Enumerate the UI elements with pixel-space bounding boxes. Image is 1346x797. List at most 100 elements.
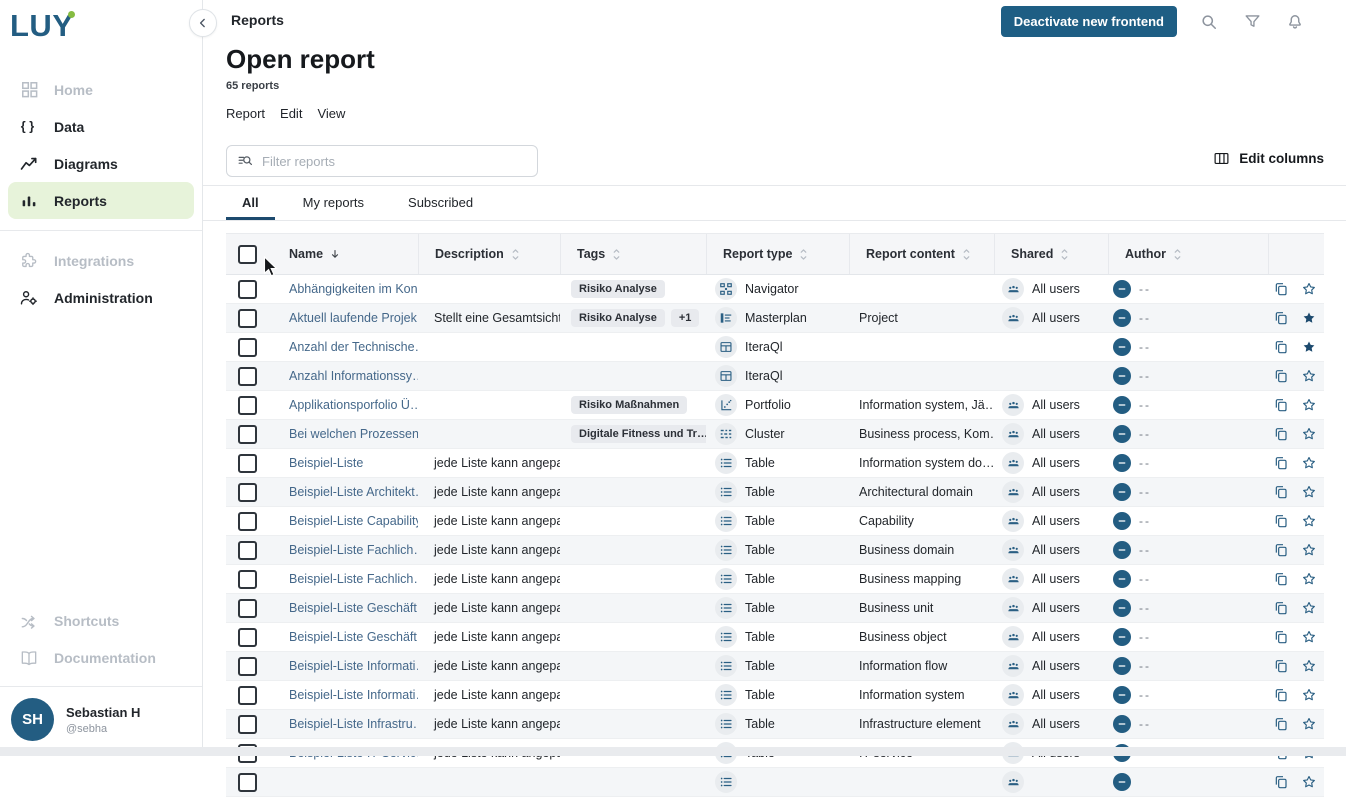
favorite-star-button[interactable]: [1300, 600, 1317, 617]
sidebar-item-documentation[interactable]: Documentation: [0, 639, 202, 676]
copy-report-button[interactable]: [1272, 397, 1289, 414]
copy-report-button[interactable]: [1272, 542, 1289, 559]
copy-report-button[interactable]: [1272, 600, 1289, 617]
favorite-star-button[interactable]: [1300, 716, 1317, 733]
notifications-bell-icon[interactable]: [1284, 11, 1306, 33]
tab-my-reports[interactable]: My reports: [287, 186, 380, 220]
copy-report-button[interactable]: [1272, 484, 1289, 501]
copy-report-button[interactable]: [1272, 571, 1289, 588]
report-name-link[interactable]: Beispiel-Liste Informati…: [289, 688, 418, 702]
tab-subscribed[interactable]: Subscribed: [392, 186, 489, 220]
copy-report-button[interactable]: [1272, 629, 1289, 646]
favorite-star-button[interactable]: [1300, 687, 1317, 704]
copy-report-button[interactable]: [1272, 426, 1289, 443]
row-checkbox[interactable]: [238, 628, 257, 647]
menu-edit[interactable]: Edit: [280, 106, 302, 121]
report-name-link[interactable]: Applikationsporfolio Ü…: [289, 398, 418, 412]
favorite-star-button[interactable]: [1300, 542, 1317, 559]
report-type-cell: Table: [706, 536, 849, 564]
sidebar-item-reports[interactable]: Reports: [8, 182, 194, 219]
row-checkbox[interactable]: [238, 541, 257, 560]
report-name-link[interactable]: Beispiel-Liste Capability: [289, 514, 418, 528]
users-icon: [1002, 771, 1024, 793]
row-checkbox[interactable]: [238, 715, 257, 734]
cluster-icon: [715, 423, 737, 445]
favorite-star-button[interactable]: [1300, 484, 1317, 501]
table-icon: [715, 452, 737, 474]
column-header-label: Report type: [723, 247, 792, 261]
favorite-star-button[interactable]: [1300, 658, 1317, 675]
row-checkbox[interactable]: [238, 773, 257, 792]
sidebar-item-shortcuts[interactable]: Shortcuts: [0, 602, 202, 639]
favorite-star-button[interactable]: [1300, 513, 1317, 530]
favorite-star-button[interactable]: [1300, 426, 1317, 443]
row-checkbox[interactable]: [238, 686, 257, 705]
favorite-star-filled-icon[interactable]: [1300, 339, 1317, 356]
report-name-link[interactable]: Beispiel-Liste Infrastru…: [289, 717, 418, 731]
report-name-link[interactable]: Beispiel-Liste Architekt…: [289, 485, 418, 499]
horizontal-scrollbar[interactable]: [0, 747, 1346, 756]
favorite-star-button[interactable]: [1300, 629, 1317, 646]
favorite-star-button[interactable]: [1300, 397, 1317, 414]
report-name-link[interactable]: Beispiel-Liste: [289, 456, 363, 470]
favorite-star-button[interactable]: [1300, 281, 1317, 298]
copy-report-button[interactable]: [1272, 368, 1289, 385]
row-checkbox[interactable]: [238, 512, 257, 531]
copy-report-button[interactable]: [1272, 513, 1289, 530]
filter-icon[interactable]: [1241, 11, 1263, 33]
copy-report-button[interactable]: [1272, 774, 1289, 791]
report-name-link[interactable]: Anzahl Informationssy…: [289, 369, 418, 383]
row-checkbox[interactable]: [238, 338, 257, 357]
report-name-link[interactable]: Beispiel-Liste Informati…: [289, 659, 418, 673]
report-name-link[interactable]: Beispiel-Liste Geschäft…: [289, 630, 418, 644]
row-checkbox[interactable]: [238, 425, 257, 444]
report-type-label: Table: [745, 543, 775, 557]
copy-report-button[interactable]: [1272, 716, 1289, 733]
sidebar-item-data[interactable]: { }Data: [0, 108, 202, 145]
row-checkbox[interactable]: [238, 280, 257, 299]
copy-report-button[interactable]: [1272, 339, 1289, 356]
favorite-star-button[interactable]: [1300, 571, 1317, 588]
sidebar-collapse-button[interactable]: [189, 9, 217, 37]
copy-report-button[interactable]: [1272, 310, 1289, 327]
copy-report-button[interactable]: [1272, 658, 1289, 675]
sidebar-item-home[interactable]: Home: [0, 71, 202, 108]
copy-report-button[interactable]: [1272, 455, 1289, 472]
report-name-link[interactable]: Abhängigkeiten im Kon…: [289, 282, 418, 296]
row-checkbox[interactable]: [238, 396, 257, 415]
favorite-star-button[interactable]: [1300, 774, 1317, 791]
copy-report-button[interactable]: [1272, 687, 1289, 704]
favorite-star-button[interactable]: [1300, 368, 1317, 385]
report-name-link[interactable]: Beispiel-Liste Geschäft…: [289, 601, 418, 615]
report-content-cell: Information flow: [849, 652, 994, 680]
users-icon: [1002, 626, 1024, 648]
deactivate-new-frontend-button[interactable]: Deactivate new frontend: [1001, 6, 1177, 37]
menu-report[interactable]: Report: [226, 106, 265, 121]
row-checkbox[interactable]: [238, 454, 257, 473]
search-icon[interactable]: [1198, 11, 1220, 33]
sidebar-item-integrations[interactable]: Integrations: [0, 242, 202, 279]
shared-cell: All users: [994, 391, 1108, 419]
report-name-link[interactable]: Aktuell laufende Projek…: [289, 311, 418, 325]
row-checkbox[interactable]: [238, 367, 257, 386]
report-name-link[interactable]: Bei welchen Prozessen…: [289, 427, 418, 441]
filter-reports-input[interactable]: [260, 153, 527, 170]
report-name-link[interactable]: Anzahl der Technische…: [289, 340, 418, 354]
report-name-link[interactable]: Beispiel-Liste Fachlich…: [289, 572, 418, 586]
sidebar-item-diagrams[interactable]: Diagrams: [0, 145, 202, 182]
sidebar-item-administration[interactable]: Administration: [0, 279, 202, 316]
menu-view[interactable]: View: [317, 106, 345, 121]
edit-columns-button[interactable]: Edit columns: [1213, 150, 1324, 167]
copy-report-button[interactable]: [1272, 281, 1289, 298]
favorite-star-filled-icon[interactable]: [1300, 310, 1317, 327]
row-checkbox[interactable]: [238, 599, 257, 618]
row-checkbox[interactable]: [238, 483, 257, 502]
favorite-star-button[interactable]: [1300, 455, 1317, 472]
row-checkbox[interactable]: [238, 309, 257, 328]
select-all-checkbox[interactable]: [238, 245, 257, 264]
row-checkbox[interactable]: [238, 570, 257, 589]
row-checkbox[interactable]: [238, 657, 257, 676]
tab-all[interactable]: All: [226, 186, 275, 220]
report-name-link[interactable]: Beispiel-Liste Fachlich…: [289, 543, 418, 557]
user-profile[interactable]: SH Sebastian H @sebha: [0, 686, 202, 756]
